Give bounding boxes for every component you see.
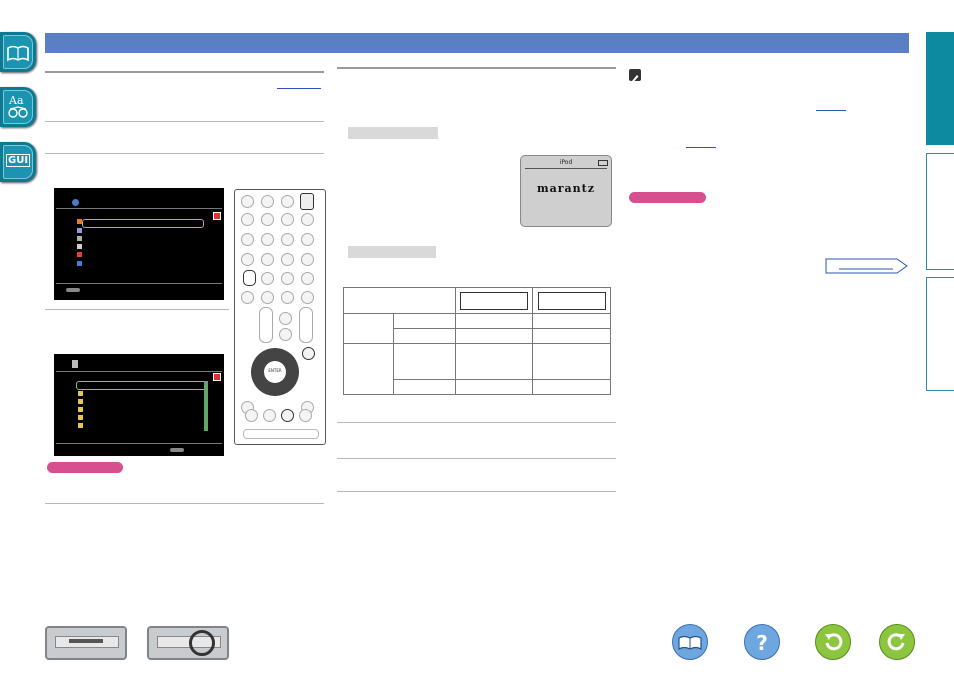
menu-item-icon xyxy=(77,252,82,257)
channel-rocker[interactable] xyxy=(259,307,273,343)
divider xyxy=(45,503,324,504)
option-button-icon xyxy=(66,288,80,292)
scrollbar[interactable] xyxy=(204,381,208,431)
folder-icon xyxy=(78,407,83,412)
folder-icon xyxy=(78,391,83,396)
book-icon xyxy=(7,45,29,62)
section-header-bar xyxy=(45,33,909,53)
contents-tab[interactable] xyxy=(0,32,36,72)
note-label xyxy=(47,462,123,473)
rear-panel-button[interactable] xyxy=(147,626,229,660)
glossary-icon xyxy=(8,106,28,118)
svg-text:?: ? xyxy=(756,631,768,655)
contents-icon[interactable] xyxy=(672,624,708,660)
enter-button[interactable]: ENTER xyxy=(264,368,286,373)
ipod-icon xyxy=(72,360,78,368)
menu-item-icon xyxy=(77,228,82,233)
menu-item-icon xyxy=(77,219,82,224)
magnifier-icon xyxy=(189,630,215,656)
continue-arrow-button[interactable] xyxy=(825,258,908,274)
folder-icon xyxy=(78,415,83,420)
right-tab-3[interactable] xyxy=(926,277,954,391)
folder-icon xyxy=(78,423,83,428)
bottom-buttons[interactable] xyxy=(243,429,319,439)
mode-header-box xyxy=(537,291,606,310)
battery-icon xyxy=(598,160,608,166)
menu-item-icon xyxy=(77,261,82,266)
ipod-display-brand: marantz xyxy=(536,182,595,195)
menu-cursor[interactable] xyxy=(82,219,204,228)
menu-item-icon xyxy=(77,244,82,249)
note-pencil-icon xyxy=(629,69,641,82)
subheading-box xyxy=(348,127,438,139)
front-panel-button[interactable] xyxy=(45,626,127,660)
status-icon xyxy=(213,373,221,381)
back-icon[interactable] xyxy=(815,624,851,660)
right-tab-2[interactable] xyxy=(926,153,954,270)
ipod-display: iPod marantz xyxy=(520,155,612,227)
list-cursor[interactable] xyxy=(76,381,208,390)
status-icon xyxy=(213,212,221,220)
page-link[interactable] xyxy=(816,110,846,111)
mode-header-box xyxy=(460,291,528,310)
divider xyxy=(337,491,616,492)
index-tab[interactable]: Aa xyxy=(0,87,36,127)
menu-item-icon xyxy=(77,236,82,241)
page-link[interactable] xyxy=(686,147,716,148)
divider xyxy=(337,422,616,423)
mode-table xyxy=(343,287,611,395)
play-button[interactable] xyxy=(281,409,294,422)
gui-screen-list xyxy=(54,354,224,456)
folder-icon xyxy=(78,399,83,404)
gui-screen-menu xyxy=(54,188,224,300)
disc-icon xyxy=(72,199,79,206)
option-button-icon xyxy=(170,448,184,452)
gui-tab[interactable]: GUI xyxy=(0,142,36,182)
divider xyxy=(45,121,324,122)
help-icon[interactable]: ? xyxy=(744,624,780,660)
page-link[interactable] xyxy=(277,88,321,89)
note-label xyxy=(629,192,706,203)
right-tab-1[interactable] xyxy=(926,32,954,145)
divider xyxy=(45,309,229,310)
forward-icon[interactable] xyxy=(879,624,915,660)
divider xyxy=(337,67,616,69)
divider xyxy=(45,153,324,154)
cursor-pad[interactable]: ENTER xyxy=(251,348,299,396)
remote-control: ENTER xyxy=(234,189,326,445)
volume-rocker[interactable] xyxy=(299,307,313,343)
search-button[interactable] xyxy=(302,347,315,360)
subheading-box xyxy=(348,246,436,258)
power-button[interactable] xyxy=(300,193,314,210)
divider xyxy=(45,71,324,73)
gui-icon: GUI xyxy=(6,154,31,167)
net-usb-button[interactable] xyxy=(243,270,256,286)
divider xyxy=(337,458,616,459)
